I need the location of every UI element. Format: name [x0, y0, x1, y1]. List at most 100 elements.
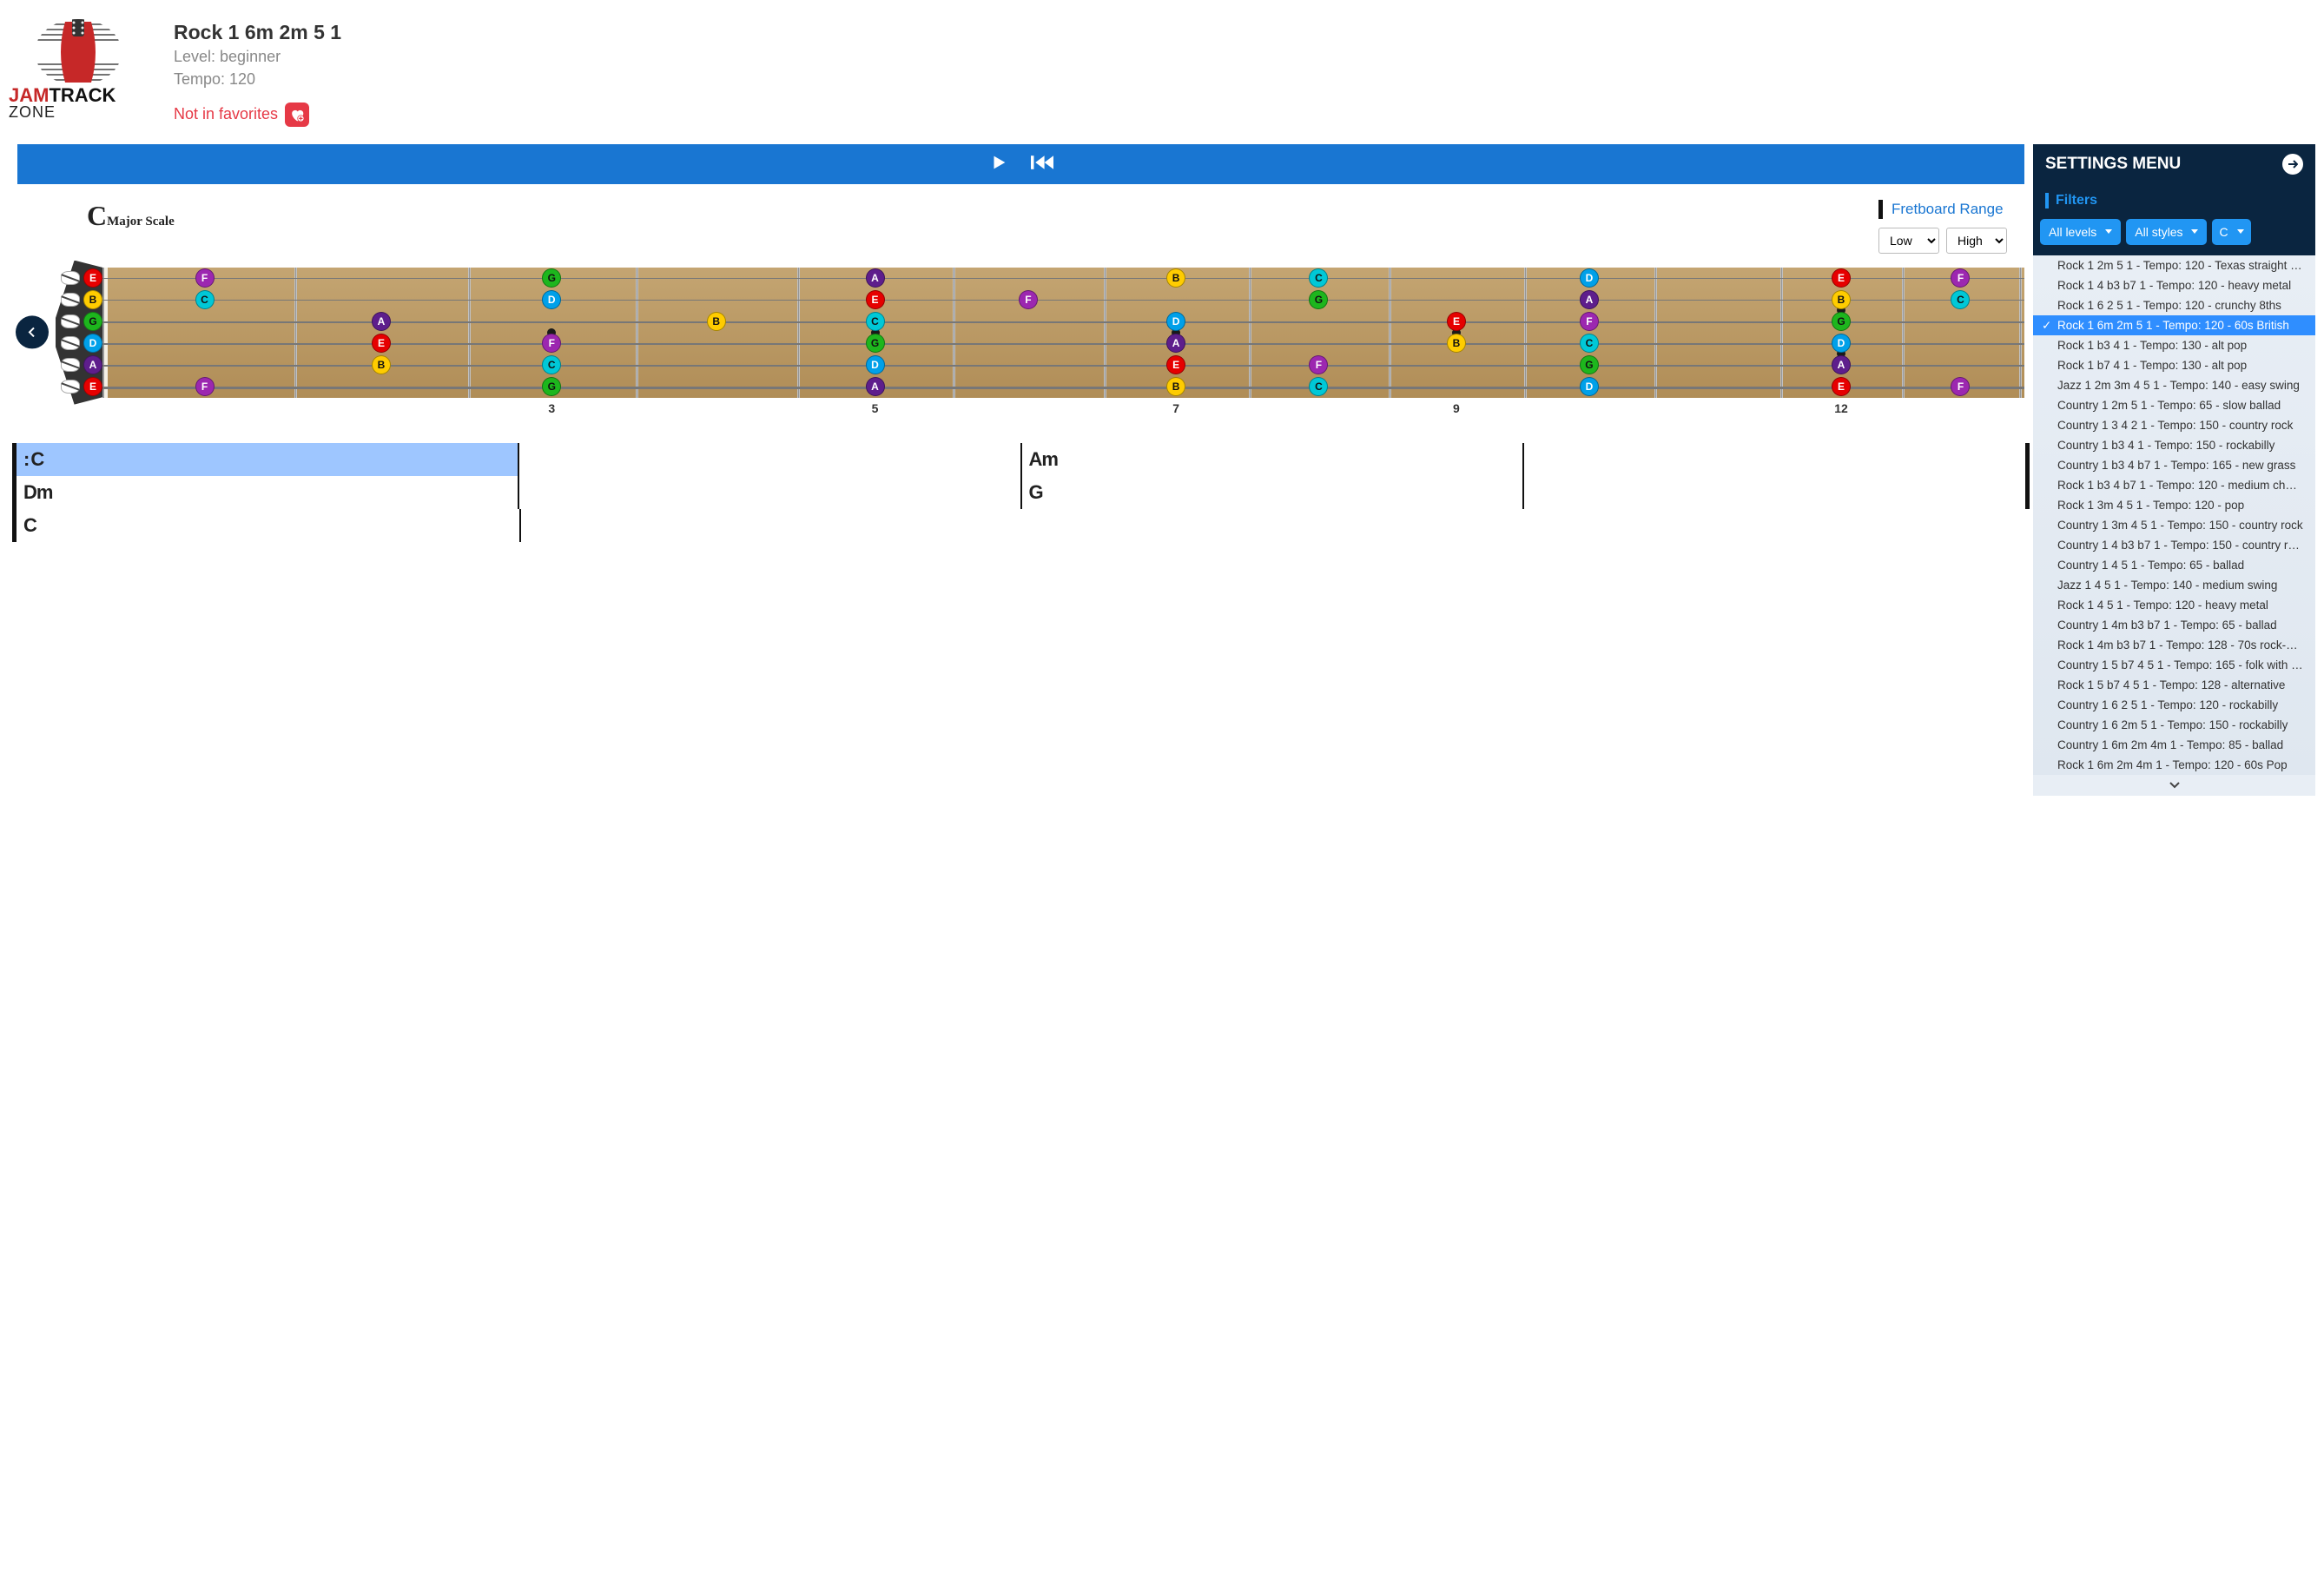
fret-note[interactable]: F: [1019, 290, 1038, 309]
open-note[interactable]: E: [83, 377, 102, 396]
chord-cell: Dm: [17, 476, 518, 509]
chord-line: CAm: [12, 443, 2030, 476]
fret-note[interactable]: E: [866, 290, 885, 309]
fret-wire: [1902, 268, 1905, 398]
collapse-sidebar-button[interactable]: [2282, 154, 2303, 175]
string-visibility-toggle[interactable]: [61, 271, 80, 285]
open-note[interactable]: D: [83, 334, 102, 353]
collapse-fretboard-button[interactable]: [16, 315, 49, 348]
fret-note[interactable]: A: [1832, 355, 1851, 374]
track-list-item[interactable]: Rock 1 4 5 1 - Tempo: 120 - heavy metal: [2033, 595, 2315, 615]
filter-key-button[interactable]: C: [2212, 219, 2250, 245]
open-note[interactable]: B: [83, 290, 102, 309]
fret-note[interactable]: A: [1580, 290, 1599, 309]
track-list-item[interactable]: Country 1 b3 4 b7 1 - Tempo: 165 - new g…: [2033, 455, 2315, 475]
track-list-item[interactable]: Country 1 2m 5 1 - Tempo: 65 - slow ball…: [2033, 395, 2315, 415]
fret-wire: [1524, 268, 1527, 398]
chord-line: Dm G: [12, 476, 2030, 509]
track-list-item[interactable]: Country 1 3 4 2 1 - Tempo: 150 - country…: [2033, 415, 2315, 435]
open-note[interactable]: A: [83, 355, 102, 374]
fret-note[interactable]: G: [1580, 355, 1599, 374]
fretboard[interactable]: 357912EFGABCDEFBCDEFGABCGABCDEFGDEFGABCD…: [56, 261, 2024, 417]
arrow-right-icon: [2288, 160, 2298, 169]
track-list-item[interactable]: Country 1 4 b3 b7 1 - Tempo: 150 - count…: [2033, 535, 2315, 555]
fret-note[interactable]: D: [1832, 334, 1851, 353]
filters-title: Filters: [2056, 193, 2097, 208]
track-list-item[interactable]: Jazz 1 4 5 1 - Tempo: 140 - medium swing: [2033, 575, 2315, 595]
track-list-item[interactable]: Country 1 b3 4 1 - Tempo: 150 - rockabil…: [2033, 435, 2315, 455]
string-visibility-toggle[interactable]: [61, 336, 80, 350]
track-list-item[interactable]: Rock 1 b3 4 1 - Tempo: 130 - alt pop: [2033, 335, 2315, 355]
track-list-item[interactable]: Rock 1 3m 4 5 1 - Tempo: 120 - pop: [2033, 495, 2315, 515]
range-high-select[interactable]: High: [1946, 228, 2007, 254]
track-list-item[interactable]: Rock 1 b7 4 1 - Tempo: 130 - alt pop: [2033, 355, 2315, 375]
scroll-down-button[interactable]: [2033, 775, 2315, 796]
guitar-string: [102, 278, 2024, 279]
fret-note[interactable]: E: [1447, 312, 1466, 331]
chord-line: C: [12, 509, 2030, 542]
fret-note[interactable]: B: [372, 355, 391, 374]
track-title: Rock 1 6m 2m 5 1: [174, 21, 341, 44]
track-list[interactable]: Rock 1 2m 5 1 - Tempo: 120 - Texas strai…: [2033, 255, 2315, 775]
track-list-item[interactable]: Rock 1 b3 4 b7 1 - Tempo: 120 - medium c…: [2033, 475, 2315, 495]
fret-wire: [636, 268, 638, 398]
fret-note[interactable]: A: [866, 268, 885, 288]
fret-note[interactable]: D: [1580, 268, 1599, 288]
play-button[interactable]: [989, 153, 1008, 175]
fret-note[interactable]: B: [1832, 290, 1851, 309]
logo[interactable]: JAMTRACK ZONE: [9, 17, 148, 120]
string-visibility-toggle[interactable]: [61, 293, 80, 307]
track-list-item[interactable]: Rock 1 6m 2m 4m 1 - Tempo: 120 - 60s Pop: [2033, 755, 2315, 775]
track-list-item[interactable]: Rock 1 2m 5 1 - Tempo: 120 - Texas strai…: [2033, 255, 2315, 275]
fret-note[interactable]: E: [372, 334, 391, 353]
range-low-select[interactable]: Low: [1878, 228, 1939, 254]
track-list-item[interactable]: Country 1 5 b7 4 5 1 - Tempo: 165 - folk…: [2033, 655, 2315, 675]
fret-note[interactable]: F: [195, 377, 215, 396]
fret-note[interactable]: B: [707, 312, 726, 331]
track-list-item[interactable]: Country 1 4 5 1 - Tempo: 65 - ballad: [2033, 555, 2315, 575]
fret-note[interactable]: C: [866, 312, 885, 331]
open-note[interactable]: G: [83, 312, 102, 331]
add-favorite-button[interactable]: [285, 103, 309, 127]
track-list-item[interactable]: Rock 1 6m 2m 5 1 - Tempo: 120 - 60s Brit…: [2033, 315, 2315, 335]
filter-level-button[interactable]: All levels: [2040, 219, 2121, 245]
logo-icon: [30, 17, 126, 87]
track-list-item[interactable]: Country 1 4m b3 b7 1 - Tempo: 65 - balla…: [2033, 615, 2315, 635]
fret-note[interactable]: B: [1447, 334, 1466, 353]
track-list-item[interactable]: Rock 1 4 b3 b7 1 - Tempo: 120 - heavy me…: [2033, 275, 2315, 295]
filter-style-button[interactable]: All styles: [2126, 219, 2207, 245]
scale-label: CMajor Scale: [87, 200, 175, 232]
fret-note[interactable]: G: [1832, 312, 1851, 331]
fretboard-range: Fretboard Range Low High: [1878, 200, 2007, 254]
track-list-item[interactable]: Rock 1 4m b3 b7 1 - Tempo: 128 - 70s roc…: [2033, 635, 2315, 655]
track-list-item[interactable]: Country 1 3m 4 5 1 - Tempo: 150 - countr…: [2033, 515, 2315, 535]
chord-cell: G: [1020, 476, 1523, 509]
open-note[interactable]: E: [83, 268, 102, 288]
track-list-item[interactable]: Country 1 6m 2m 4m 1 - Tempo: 85 - balla…: [2033, 735, 2315, 755]
string-visibility-toggle[interactable]: [61, 314, 80, 328]
fret-note[interactable]: E: [1832, 377, 1851, 396]
track-list-item[interactable]: Rock 1 5 b7 4 5 1 - Tempo: 128 - alterna…: [2033, 675, 2315, 695]
string-visibility-toggle[interactable]: [61, 358, 80, 372]
chevron-down-icon: [2237, 229, 2244, 234]
guitar-string: [102, 300, 2024, 301]
track-list-item[interactable]: Rock 1 6 2 5 1 - Tempo: 120 - crunchy 8t…: [2033, 295, 2315, 315]
fret-note[interactable]: D: [1580, 377, 1599, 396]
fret-note[interactable]: A: [372, 312, 391, 331]
rewind-button[interactable]: [1031, 153, 1053, 175]
track-list-item[interactable]: Country 1 6 2m 5 1 - Tempo: 150 - rockab…: [2033, 715, 2315, 735]
rewind-icon: [1031, 153, 1053, 172]
fret-note[interactable]: C: [195, 290, 215, 309]
track-list-item[interactable]: Jazz 1 2m 3m 4 5 1 - Tempo: 140 - easy s…: [2033, 375, 2315, 395]
fret-number: 3: [548, 401, 555, 415]
track-list-item[interactable]: Country 1 6 2 5 1 - Tempo: 120 - rockabi…: [2033, 695, 2315, 715]
string-visibility-toggle[interactable]: [61, 380, 80, 394]
fret-note[interactable]: E: [1832, 268, 1851, 288]
fret-note[interactable]: A: [866, 377, 885, 396]
fret-note[interactable]: F: [195, 268, 215, 288]
fret-wire: [1654, 268, 1657, 398]
fret-note[interactable]: G: [866, 334, 885, 353]
fret-note[interactable]: F: [1580, 312, 1599, 331]
fret-note[interactable]: D: [866, 355, 885, 374]
fret-note[interactable]: C: [1580, 334, 1599, 353]
